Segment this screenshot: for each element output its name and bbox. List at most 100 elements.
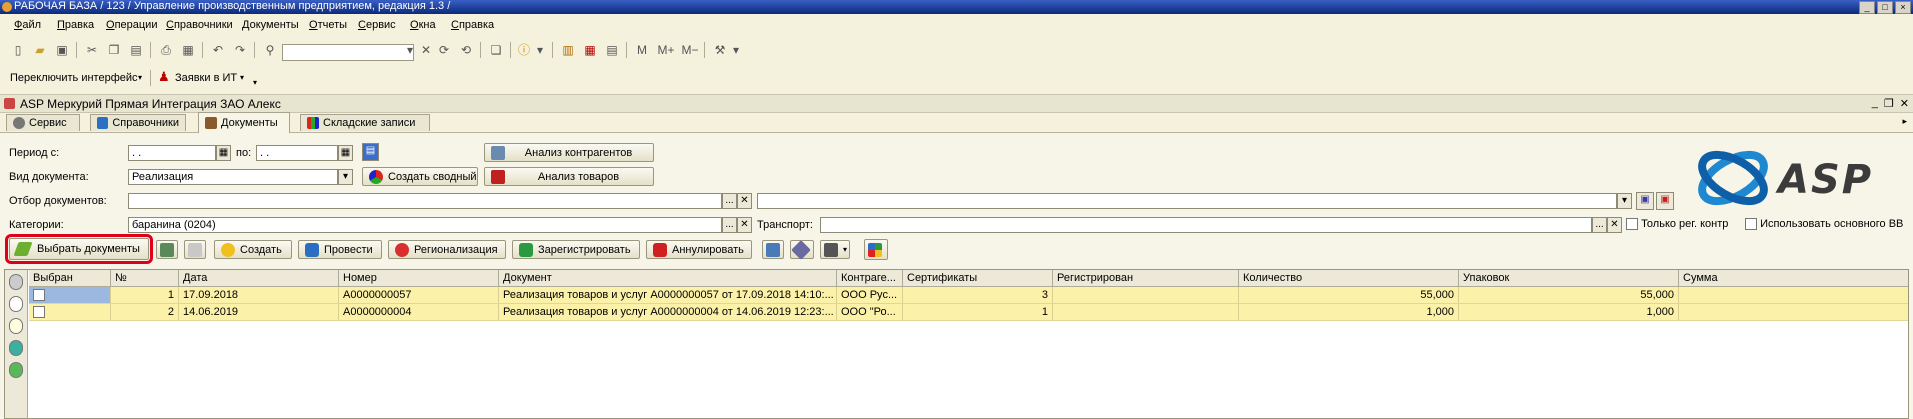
- row-checkbox[interactable]: [33, 289, 45, 302]
- col-document-header[interactable]: Документ: [499, 270, 837, 286]
- table-row[interactable]: 2 14.06.2019 А0000000004 Реализация това…: [29, 304, 1908, 321]
- chevron-down-icon[interactable]: ▾: [402, 42, 418, 58]
- switch-interface-button[interactable]: Переключить интерфейс: [10, 72, 138, 84]
- contractor-analysis-button[interactable]: Анализ контрагентов: [484, 143, 654, 162]
- clear-icon[interactable]: ✕: [1607, 217, 1622, 233]
- tabs-scroll-button[interactable]: ▸: [1902, 116, 1907, 127]
- radio-none-button[interactable]: [9, 296, 23, 312]
- find-next-icon[interactable]: ⟳: [436, 42, 452, 58]
- menu-references[interactable]: Справочники: [166, 19, 233, 31]
- print-menu-button[interactable]: ▾: [820, 240, 850, 259]
- only-reg-checkbox[interactable]: Только рег. контр: [1626, 218, 1728, 231]
- new-document-icon[interactable]: ▯: [10, 42, 26, 58]
- radio-yellow-button[interactable]: [9, 318, 23, 334]
- search-combo-input[interactable]: [282, 44, 414, 61]
- menu-documents[interactable]: Документы: [242, 19, 299, 31]
- chevron-down-icon[interactable]: ▾: [532, 42, 548, 58]
- chevron-down-icon[interactable]: ▾: [338, 169, 353, 185]
- menu-file[interactable]: Файл: [14, 19, 41, 31]
- undo-icon[interactable]: ↶: [210, 42, 226, 58]
- doc-type-select[interactable]: Реализация: [128, 169, 338, 185]
- eraser-button[interactable]: [790, 239, 814, 260]
- copy-icon[interactable]: ❐: [106, 42, 122, 58]
- form-close-button[interactable]: ✕: [1900, 97, 1909, 110]
- tab-references[interactable]: Справочники: [90, 114, 186, 131]
- settings-button[interactable]: [864, 239, 888, 260]
- table-row[interactable]: 1 17.09.2018 А0000000057 Реализация това…: [29, 287, 1908, 304]
- col-quantity-header[interactable]: Количество: [1239, 270, 1459, 286]
- col-selected-header[interactable]: Выбран: [29, 270, 111, 286]
- menu-help[interactable]: Справка: [451, 19, 494, 31]
- chevron-down-icon[interactable]: ▾: [138, 73, 142, 82]
- memory-minus-icon[interactable]: M−: [680, 42, 700, 58]
- transport-input[interactable]: [820, 217, 1592, 233]
- chevron-down-icon[interactable]: ▾: [728, 42, 744, 58]
- print-icon[interactable]: ⎙: [158, 42, 174, 58]
- doc-filter-extra-select[interactable]: [757, 193, 1617, 209]
- info-icon[interactable]: ⓘ: [516, 42, 532, 58]
- search-icon[interactable]: ⚲: [262, 42, 278, 58]
- ellipsis-button[interactable]: ...: [722, 217, 737, 233]
- annul-button[interactable]: Аннулировать: [646, 240, 752, 259]
- open-folder-icon[interactable]: ▰: [32, 42, 48, 58]
- chevron-down-icon[interactable]: ▾: [240, 73, 244, 82]
- clear-icon[interactable]: ✕: [418, 42, 434, 58]
- clear-icon[interactable]: ✕: [737, 193, 752, 209]
- period-from-input[interactable]: . .: [128, 145, 216, 161]
- memory-plus-icon[interactable]: M+: [656, 42, 676, 58]
- clear-icon[interactable]: ✕: [737, 217, 752, 233]
- col-certificates-header[interactable]: Сертификаты: [903, 270, 1053, 286]
- document-list-icon[interactable]: ▤: [604, 42, 620, 58]
- goods-analysis-button[interactable]: Анализ товаров: [484, 167, 654, 186]
- cut-icon[interactable]: ✂: [84, 42, 100, 58]
- calendar-icon[interactable]: ▦: [216, 145, 231, 161]
- menu-windows[interactable]: Окна: [410, 19, 436, 31]
- check-list-button[interactable]: [156, 240, 178, 259]
- menu-reports[interactable]: Отчеты: [309, 19, 347, 31]
- ellipsis-button[interactable]: ...: [1592, 217, 1607, 233]
- use-main-vet-checkbox[interactable]: Использовать основного ВВ: [1745, 218, 1903, 231]
- create-summary-button[interactable]: Создать сводный: [362, 167, 478, 186]
- radio-green-button[interactable]: [9, 362, 23, 378]
- col-number-header[interactable]: Номер: [339, 270, 499, 286]
- windows-icon[interactable]: ❏: [488, 42, 504, 58]
- save-icon[interactable]: ▣: [54, 42, 70, 58]
- calculator-icon[interactable]: ▥: [560, 42, 576, 58]
- row-select-cell[interactable]: [29, 287, 111, 303]
- checkbox[interactable]: [1745, 218, 1757, 231]
- print-preview-icon[interactable]: ▦: [180, 42, 196, 58]
- period-to-input[interactable]: . .: [256, 145, 338, 161]
- calendar-icon[interactable]: ▦: [582, 42, 598, 58]
- menu-service[interactable]: Сервис: [358, 19, 396, 31]
- it-requests-button[interactable]: Заявки в ИТ: [175, 72, 237, 84]
- delete-filter-icon[interactable]: ▣: [1656, 192, 1674, 210]
- col-n-header[interactable]: №: [111, 270, 179, 286]
- chevron-down-icon[interactable]: ▾: [253, 78, 257, 87]
- chevron-down-icon[interactable]: ▾: [1617, 193, 1632, 209]
- regionalization-button[interactable]: Регионализация: [388, 240, 506, 259]
- menu-edit[interactable]: Правка: [57, 19, 94, 31]
- form-restore-button[interactable]: ❐: [1884, 97, 1894, 110]
- col-sum-header[interactable]: Сумма: [1679, 270, 1909, 286]
- find-prev-icon[interactable]: ⟲: [458, 42, 474, 58]
- tools-icon[interactable]: ⚒: [712, 42, 728, 58]
- tab-documents[interactable]: Документы: [198, 112, 290, 133]
- select-documents-button[interactable]: Выбрать документы: [5, 234, 153, 264]
- ellipsis-button[interactable]: ...: [722, 193, 737, 209]
- redo-icon[interactable]: ↷: [232, 42, 248, 58]
- row-checkbox[interactable]: [33, 306, 45, 319]
- tab-service[interactable]: Сервис: [6, 114, 80, 131]
- copy-button[interactable]: [184, 240, 206, 259]
- memory-m-icon[interactable]: M: [634, 42, 650, 58]
- post-button[interactable]: Провести: [298, 240, 382, 259]
- minimize-button[interactable]: _: [1859, 1, 1875, 14]
- radio-all-button[interactable]: [9, 274, 23, 290]
- create-button[interactable]: Создать: [214, 240, 292, 259]
- menu-operations[interactable]: Операции: [106, 19, 157, 31]
- doc-filter-input[interactable]: [128, 193, 722, 209]
- tab-warehouse-records[interactable]: Складские записи: [300, 114, 430, 131]
- close-button[interactable]: ×: [1895, 1, 1911, 14]
- save-filter-icon[interactable]: ▣: [1636, 192, 1654, 210]
- col-contractor-header[interactable]: Контраге...: [837, 270, 903, 286]
- row-select-cell[interactable]: [29, 304, 111, 320]
